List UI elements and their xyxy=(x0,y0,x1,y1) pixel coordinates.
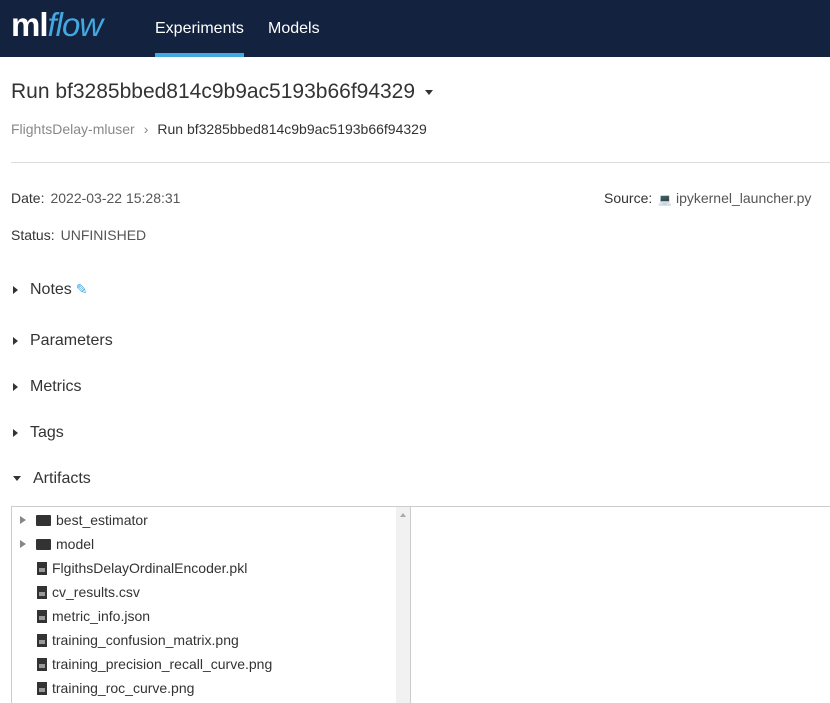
artifact-tree: best_estimator model FlgithsDelayOrdinal… xyxy=(11,506,411,703)
section-label: Parameters xyxy=(30,332,113,349)
tree-item-file[interactable]: training_roc_curve.png xyxy=(12,676,194,700)
section-artifacts[interactable]: Artifacts xyxy=(13,470,91,488)
caret-right-icon xyxy=(13,382,18,391)
section-label: Notes xyxy=(30,281,72,298)
source-label: Source xyxy=(604,190,649,206)
section-notes[interactable]: Notes ✎ xyxy=(13,281,88,299)
caret-right-icon xyxy=(13,428,18,437)
tree-item-file[interactable]: training_precision_recall_curve.png xyxy=(12,652,272,676)
tree-item-file[interactable]: training_confusion_matrix.png xyxy=(12,628,239,652)
status-label: Status xyxy=(11,227,51,243)
folder-icon xyxy=(36,515,51,526)
run-title: Run bf3285bbed814c9b9ac5193b66f94329 xyxy=(11,80,416,103)
logo-ml: ml xyxy=(11,6,49,43)
caret-right-icon xyxy=(13,336,18,345)
expand-arrow-icon[interactable] xyxy=(20,516,26,524)
item-label: metric_info.json xyxy=(52,608,151,624)
mlflow-logo[interactable]: mlflow xyxy=(11,6,104,44)
date-label: Date xyxy=(11,190,41,206)
breadcrumb-experiment[interactable]: FlightsDelay-mluser xyxy=(11,121,135,137)
section-parameters[interactable]: Parameters xyxy=(13,332,113,350)
item-label: FlgithsDelayOrdinalEncoder.pkl xyxy=(52,560,248,576)
scrollbar[interactable] xyxy=(396,507,410,703)
date-field: Date: 2022-03-22 15:28:31 xyxy=(11,190,181,206)
tree-item-file[interactable]: FlgithsDelayOrdinalEncoder.pkl xyxy=(12,556,247,580)
item-label: training_precision_recall_curve.png xyxy=(52,656,273,672)
folder-icon xyxy=(36,539,51,550)
source-value[interactable]: ipykernel_launcher.py xyxy=(676,190,811,206)
section-label: Artifacts xyxy=(33,470,91,487)
item-label: training_roc_curve.png xyxy=(52,680,195,696)
item-label: training_confusion_matrix.png xyxy=(52,632,239,648)
caret-right-icon xyxy=(13,285,18,294)
top-nav: mlflow Experiments Models xyxy=(0,0,830,57)
nav-models[interactable]: Models xyxy=(268,0,320,57)
section-tags[interactable]: Tags xyxy=(13,424,64,442)
laptop-icon: 💻 xyxy=(658,194,672,206)
scroll-up-icon[interactable] xyxy=(400,513,406,517)
item-label: model xyxy=(56,536,95,552)
status-value: UNFINISHED xyxy=(60,227,147,243)
artifact-preview xyxy=(411,506,830,703)
caret-down-icon xyxy=(13,476,21,482)
breadcrumb: FlightsDelay-mluser › Run bf3285bbed814c9b… xyxy=(11,121,427,137)
logo-flow: flow xyxy=(47,6,104,43)
date-value: 2022-03-22 15:28:31 xyxy=(50,190,181,206)
image-file-icon xyxy=(37,634,47,647)
caret-down-icon[interactable] xyxy=(425,89,434,95)
source-field: Source: 💻 ipykernel_launcher.py xyxy=(604,190,812,206)
tree-item-folder[interactable]: model xyxy=(12,532,94,556)
edit-icon[interactable]: ✎ xyxy=(76,281,88,297)
image-file-icon xyxy=(37,658,47,671)
chevron-right-icon: › xyxy=(143,121,149,137)
tree-item-file[interactable]: cv_results.csv xyxy=(12,580,140,604)
divider xyxy=(11,162,830,163)
section-label: Metrics xyxy=(30,378,82,395)
image-file-icon xyxy=(37,682,47,695)
tree-item-folder[interactable]: best_estimator xyxy=(12,508,148,532)
section-label: Tags xyxy=(30,424,64,441)
page-title[interactable]: Run bf3285bbed814c9b9ac5193b66f94329 xyxy=(11,80,434,104)
breadcrumb-run: Run bf3285bbed814c9b9ac5193b66f94329 xyxy=(157,121,427,137)
item-label: best_estimator xyxy=(56,512,148,528)
status-field: Status: UNFINISHED xyxy=(11,227,147,243)
expand-arrow-icon[interactable] xyxy=(20,540,26,548)
tree-item-file[interactable]: metric_info.json xyxy=(12,604,150,628)
section-metrics[interactable]: Metrics xyxy=(13,378,82,396)
code-file-icon xyxy=(37,610,47,623)
item-label: cv_results.csv xyxy=(52,584,140,600)
code-file-icon xyxy=(37,586,47,599)
file-icon xyxy=(37,562,47,575)
nav-experiments[interactable]: Experiments xyxy=(155,0,244,57)
